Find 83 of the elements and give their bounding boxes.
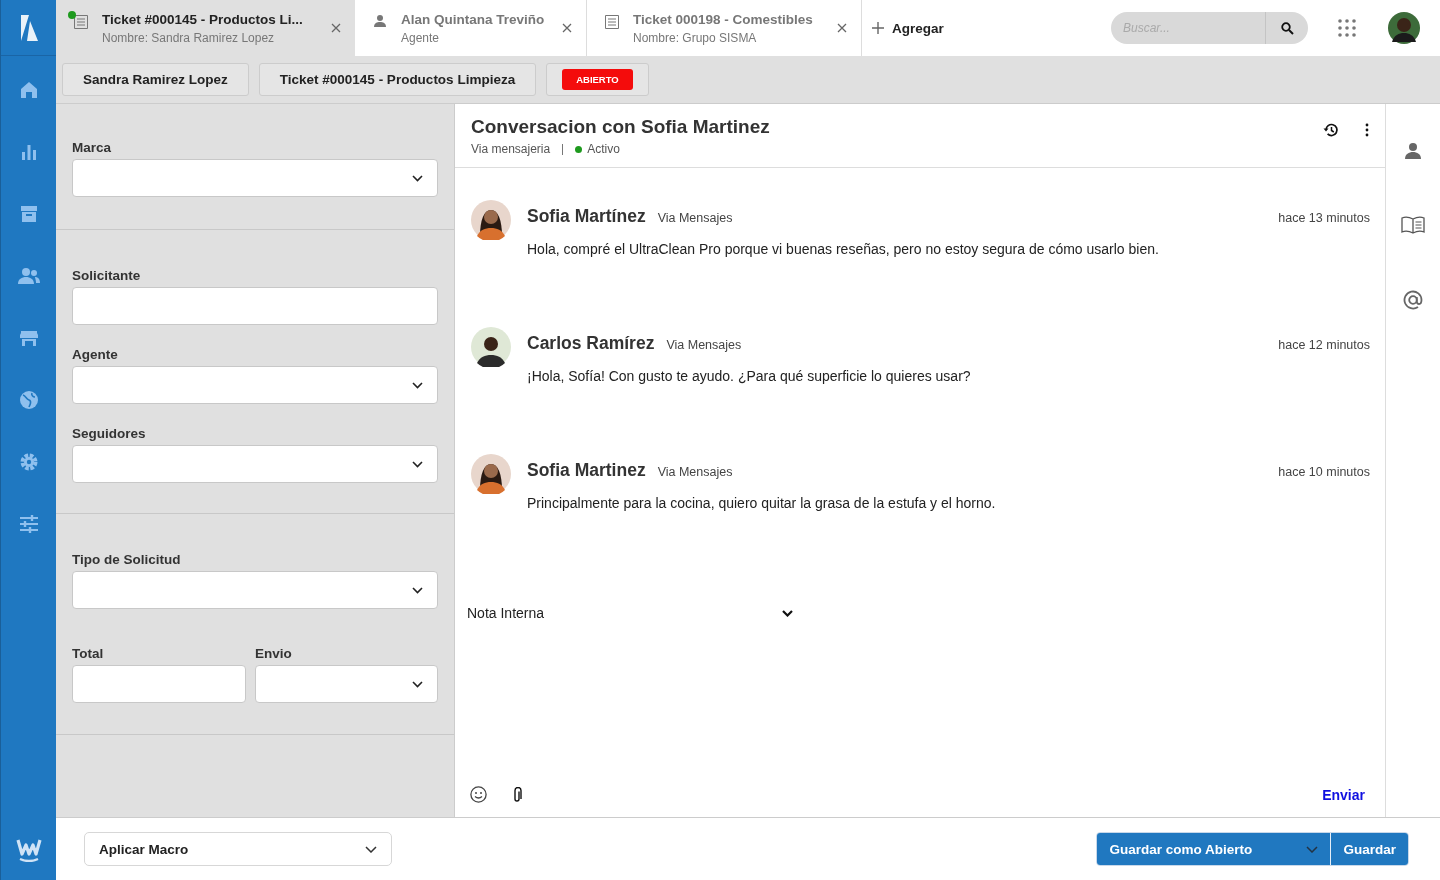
settings-icon[interactable] — [18, 452, 39, 472]
status-label: Activo — [587, 142, 620, 156]
paperclip-icon[interactable] — [513, 786, 523, 803]
channel-label: Via Mensajes — [657, 465, 733, 479]
sliders-icon[interactable] — [18, 514, 39, 534]
field-label: Envio — [255, 646, 293, 661]
select-field[interactable] — [72, 445, 438, 483]
chevron-down-icon — [782, 609, 793, 617]
field-label: Solicitante — [72, 268, 142, 283]
at-sign-icon[interactable] — [1403, 290, 1423, 310]
message-text: Principalmente para la cocina, quiero quitar la grasa de la estufa y el horno. — [527, 495, 997, 511]
field-label: Marca — [72, 140, 113, 155]
channel-label: Via mensajeria — [471, 142, 551, 156]
author-name: Sofia Martínez — [527, 206, 646, 227]
archive-icon[interactable] — [18, 204, 39, 224]
home-icon[interactable] — [18, 80, 39, 100]
brand-logo-icon — [15, 838, 42, 862]
users-icon[interactable] — [17, 266, 40, 286]
chevron-down-icon — [1306, 845, 1319, 853]
author-name: Sofia Martinez — [527, 460, 646, 481]
tab-title: Ticket #000145 - Productos Li... — [102, 11, 304, 27]
timestamp: hace 10 minutos — [1278, 465, 1370, 479]
field-label: Agente — [72, 347, 119, 362]
tab-subtitle: Nombre: Grupo SISMA — [633, 30, 758, 45]
tab-title: Alan Quintana Treviño — [401, 11, 546, 27]
select-field[interactable] — [72, 571, 438, 609]
channel-label: Via Mensajes — [666, 338, 742, 352]
add-tab-button[interactable]: Agregar — [862, 8, 954, 48]
tab[interactable]: Ticket #000145 - Productos Li... Nombre: Sandra Ramirez Lopez — [56, 0, 355, 56]
store-icon[interactable] — [18, 328, 39, 348]
user-avatar[interactable] — [1388, 12, 1420, 44]
select-field[interactable] — [72, 366, 438, 404]
channel-label: Via Mensajes — [657, 211, 733, 225]
timestamp: hace 12 minutos — [1278, 338, 1370, 352]
person-icon — [373, 14, 387, 28]
input-field[interactable] — [72, 287, 438, 325]
search-icon — [1280, 21, 1294, 35]
send-link[interactable]: Enviar — [1322, 786, 1365, 803]
select-field[interactable] — [72, 159, 438, 197]
document-icon — [604, 14, 620, 30]
chevron-down-icon — [365, 845, 377, 853]
author-name: Carlos Ramírez — [527, 333, 655, 354]
status-badge: ABIERTO — [562, 69, 633, 90]
close-icon[interactable] — [837, 23, 847, 33]
close-icon[interactable] — [562, 23, 572, 33]
close-icon[interactable] — [331, 23, 341, 33]
conversation-title: Conversacion con Sofia Martinez — [471, 116, 770, 138]
chevron-down-icon — [412, 174, 423, 182]
macro-select[interactable]: Aplicar Macro — [84, 832, 392, 866]
tab-subtitle: Nombre: Sandra Ramirez Lopez — [102, 30, 276, 45]
book-icon[interactable] — [1401, 216, 1425, 234]
tab-title: Ticket 000198 - Comestibles — [633, 11, 814, 27]
select-field[interactable] — [255, 665, 438, 703]
globe-icon[interactable] — [18, 390, 39, 410]
save-button[interactable]: Guardar — [1331, 833, 1408, 865]
avatar — [471, 454, 511, 494]
emoji-icon[interactable] — [470, 786, 487, 803]
more-icon[interactable] — [1365, 123, 1369, 137]
chevron-down-icon — [412, 381, 423, 389]
chevron-down-icon — [412, 680, 423, 688]
logo-icon — [18, 14, 39, 41]
field-label: Tipo de Solicitud — [72, 552, 182, 567]
avatar — [471, 327, 511, 367]
tab-subtitle: Agente — [401, 30, 441, 45]
breadcrumb-button[interactable]: Ticket #000145 - Productos Limpieza — [258, 63, 537, 96]
save-as-open-button[interactable]: Guardar como Abierto — [1097, 833, 1332, 865]
note-type-select[interactable]: Nota Interna — [467, 605, 793, 621]
chevron-down-icon — [412, 586, 423, 594]
status-dot — [575, 145, 583, 153]
avatar — [471, 200, 511, 240]
field-label: Total — [72, 646, 105, 661]
field-label: Seguidores — [72, 426, 147, 441]
person-icon[interactable] — [1404, 142, 1422, 160]
message-text: ¡Hola, Sofía! Con gusto te ayudo. ¿Para qué superficie lo quieres usar? — [527, 368, 972, 384]
message-text: Hola, compré el UltraClean Pro porque vi buenas reseñas, pero no estoy segura de cómo usarlo bien. — [527, 241, 1160, 257]
apps-grid-icon[interactable] — [1338, 19, 1356, 37]
breadcrumb-button[interactable]: Sandra Ramirez Lopez — [62, 63, 249, 96]
document-icon — [73, 14, 89, 30]
timestamp: hace 13 minutos — [1278, 211, 1370, 225]
history-icon[interactable] — [1323, 122, 1339, 138]
plus-icon — [872, 22, 884, 34]
input-field[interactable] — [72, 665, 246, 703]
chevron-down-icon — [412, 460, 423, 468]
